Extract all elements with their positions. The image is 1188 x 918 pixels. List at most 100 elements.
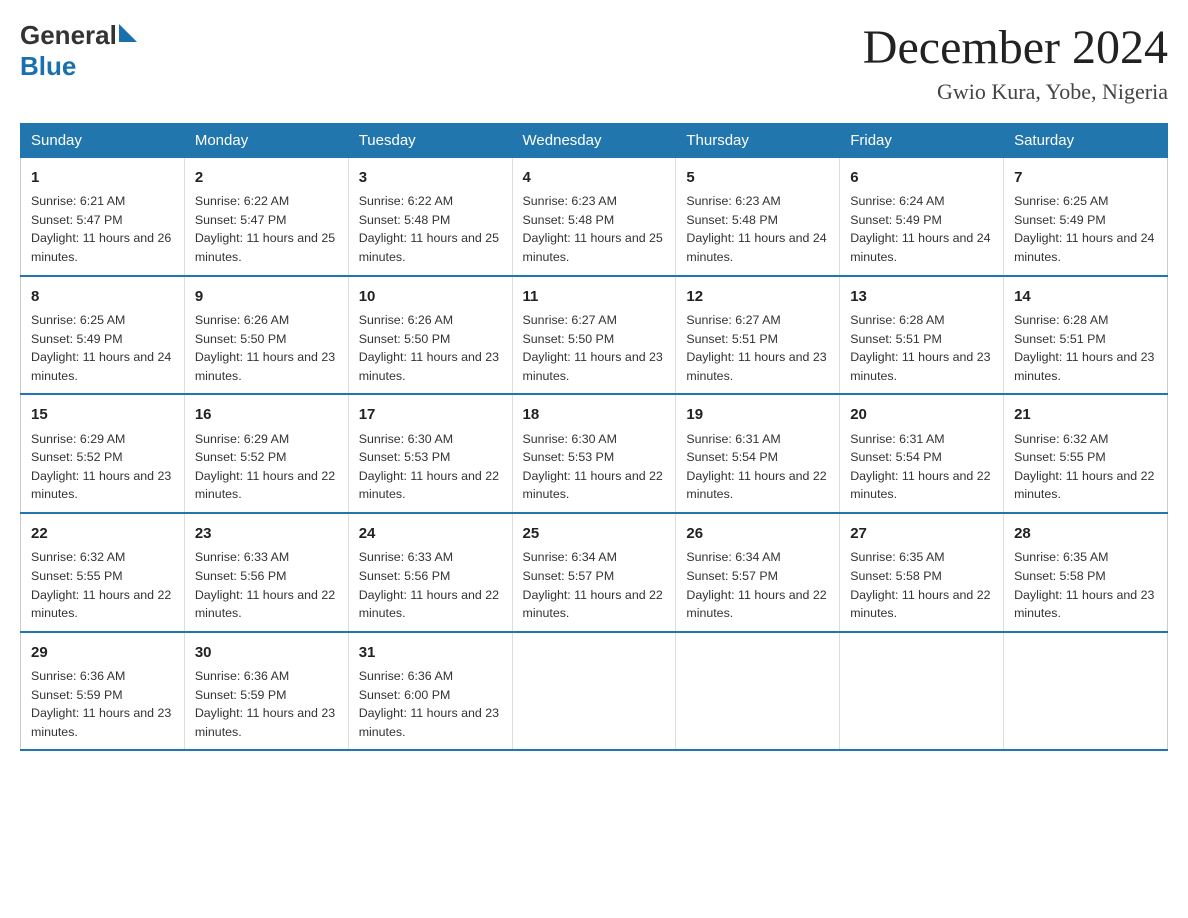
- day-info: Sunrise: 6:28 AMSunset: 5:51 PMDaylight:…: [1014, 311, 1157, 385]
- day-number: 18: [523, 403, 666, 426]
- day-info: Sunrise: 6:26 AMSunset: 5:50 PMDaylight:…: [359, 311, 502, 385]
- day-number: 11: [523, 285, 666, 308]
- calendar-day-cell: 15Sunrise: 6:29 AMSunset: 5:52 PMDayligh…: [21, 394, 185, 513]
- day-info: Sunrise: 6:32 AMSunset: 5:55 PMDaylight:…: [1014, 430, 1157, 504]
- calendar-day-cell: 31Sunrise: 6:36 AMSunset: 6:00 PMDayligh…: [348, 632, 512, 751]
- day-number: 5: [686, 166, 829, 189]
- day-number: 13: [850, 285, 993, 308]
- day-info: Sunrise: 6:25 AMSunset: 5:49 PMDaylight:…: [31, 311, 174, 385]
- day-info: Sunrise: 6:27 AMSunset: 5:50 PMDaylight:…: [523, 311, 666, 385]
- day-info: Sunrise: 6:24 AMSunset: 5:49 PMDaylight:…: [850, 192, 993, 266]
- calendar-day-cell: 17Sunrise: 6:30 AMSunset: 5:53 PMDayligh…: [348, 394, 512, 513]
- day-info: Sunrise: 6:31 AMSunset: 5:54 PMDaylight:…: [686, 430, 829, 504]
- calendar-day-cell: 2 Sunrise: 6:22 AMSunset: 5:47 PMDaylight…: [184, 158, 348, 276]
- calendar-day-cell: 8Sunrise: 6:25 AMSunset: 5:49 PMDaylight…: [21, 276, 185, 395]
- day-number: 7: [1014, 166, 1157, 189]
- day-info: Sunrise: 6:34 AMSunset: 5:57 PMDaylight:…: [686, 548, 829, 622]
- calendar-week-row: 1 Sunrise: 6:21 AMSunset: 5:47 PMDaylight…: [21, 158, 1168, 276]
- calendar-day-cell: 19 Sunrise: 6:31 AMSunset: 5:54 PMDayligh…: [676, 394, 840, 513]
- day-number: 30: [195, 641, 338, 664]
- day-info: Sunrise: 6:22 AMSunset: 5:47 PMDaylight:…: [195, 192, 338, 266]
- calendar-day-cell: 6 Sunrise: 6:24 AMSunset: 5:49 PMDaylight…: [840, 158, 1004, 276]
- calendar-day-cell: 5 Sunrise: 6:23 AMSunset: 5:48 PMDaylight…: [676, 158, 840, 276]
- day-number: 16: [195, 403, 338, 426]
- calendar-day-cell: [1004, 632, 1168, 751]
- calendar-week-row: 29 Sunrise: 6:36 AMSunset: 5:59 PMDayligh…: [21, 632, 1168, 751]
- calendar-day-cell: 30Sunrise: 6:36 AMSunset: 5:59 PMDayligh…: [184, 632, 348, 751]
- day-number: 19: [686, 403, 829, 426]
- col-thursday: Thursday: [676, 124, 840, 158]
- calendar-day-cell: 21 Sunrise: 6:32 AMSunset: 5:55 PMDayligh…: [1004, 394, 1168, 513]
- day-number: 23: [195, 522, 338, 545]
- calendar-day-cell: 14 Sunrise: 6:28 AMSunset: 5:51 PMDayligh…: [1004, 276, 1168, 395]
- day-number: 29: [31, 641, 174, 664]
- calendar-day-cell: [676, 632, 840, 751]
- day-number: 21: [1014, 403, 1157, 426]
- day-info: Sunrise: 6:33 AMSunset: 5:56 PMDaylight:…: [359, 548, 502, 622]
- calendar-day-cell: 23 Sunrise: 6:33 AMSunset: 5:56 PMDayligh…: [184, 513, 348, 632]
- day-number: 14: [1014, 285, 1157, 308]
- day-info: Sunrise: 6:36 AMSunset: 5:59 PMDaylight:…: [31, 667, 174, 741]
- col-friday: Friday: [840, 124, 1004, 158]
- day-number: 27: [850, 522, 993, 545]
- day-number: 28: [1014, 522, 1157, 545]
- day-info: Sunrise: 6:23 AMSunset: 5:48 PMDaylight:…: [523, 192, 666, 266]
- day-info: Sunrise: 6:34 AMSunset: 5:57 PMDaylight:…: [523, 548, 666, 622]
- calendar-day-cell: [512, 632, 676, 751]
- day-number: 22: [31, 522, 174, 545]
- page-header: General Blue December 2024 Gwio Kura, Yo…: [20, 20, 1168, 105]
- calendar-header: Sunday Monday Tuesday Wednesday Thursday…: [21, 124, 1168, 158]
- day-info: Sunrise: 6:35 AMSunset: 5:58 PMDaylight:…: [1014, 548, 1157, 622]
- calendar-day-cell: 20 Sunrise: 6:31 AMSunset: 5:54 PMDayligh…: [840, 394, 1004, 513]
- day-number: 25: [523, 522, 666, 545]
- col-monday: Monday: [184, 124, 348, 158]
- day-number: 9: [195, 285, 338, 308]
- calendar-day-cell: 3Sunrise: 6:22 AMSunset: 5:48 PMDaylight…: [348, 158, 512, 276]
- month-title: December 2024: [863, 20, 1168, 75]
- calendar-body: 1 Sunrise: 6:21 AMSunset: 5:47 PMDaylight…: [21, 158, 1168, 751]
- col-wednesday: Wednesday: [512, 124, 676, 158]
- logo-general: General: [20, 20, 117, 51]
- calendar-week-row: 22 Sunrise: 6:32 AMSunset: 5:55 PMDayligh…: [21, 513, 1168, 632]
- day-info: Sunrise: 6:36 AMSunset: 6:00 PMDaylight:…: [359, 667, 502, 741]
- day-info: Sunrise: 6:30 AMSunset: 5:53 PMDaylight:…: [523, 430, 666, 504]
- calendar-day-cell: 26Sunrise: 6:34 AMSunset: 5:57 PMDayligh…: [676, 513, 840, 632]
- day-info: Sunrise: 6:31 AMSunset: 5:54 PMDaylight:…: [850, 430, 993, 504]
- logo-blue: Blue: [20, 51, 76, 81]
- day-info: Sunrise: 6:30 AMSunset: 5:53 PMDaylight:…: [359, 430, 502, 504]
- day-number: 1: [31, 166, 174, 189]
- day-number: 2: [195, 166, 338, 189]
- calendar-day-cell: 4Sunrise: 6:23 AMSunset: 5:48 PMDaylight…: [512, 158, 676, 276]
- day-info: Sunrise: 6:21 AMSunset: 5:47 PMDaylight:…: [31, 192, 174, 266]
- day-number: 6: [850, 166, 993, 189]
- day-info: Sunrise: 6:33 AMSunset: 5:56 PMDaylight:…: [195, 548, 338, 622]
- calendar-week-row: 8Sunrise: 6:25 AMSunset: 5:49 PMDaylight…: [21, 276, 1168, 395]
- calendar-week-row: 15 Sunrise: 6:29 AMSunset: 5:52 PMDayligh…: [21, 394, 1168, 513]
- title-section: December 2024 Gwio Kura, Yobe, Nigeria: [863, 20, 1168, 105]
- day-info: Sunrise: 6:25 AMSunset: 5:49 PMDaylight:…: [1014, 192, 1157, 266]
- day-number: 12: [686, 285, 829, 308]
- calendar-day-cell: 12Sunrise: 6:27 AMSunset: 5:51 PMDayligh…: [676, 276, 840, 395]
- col-saturday: Saturday: [1004, 124, 1168, 158]
- calendar-day-cell: 1 Sunrise: 6:21 AMSunset: 5:47 PMDaylight…: [21, 158, 185, 276]
- logo: General Blue: [20, 20, 137, 82]
- day-number: 3: [359, 166, 502, 189]
- calendar-day-cell: 7 Sunrise: 6:25 AMSunset: 5:49 PMDaylight…: [1004, 158, 1168, 276]
- day-number: 15: [31, 403, 174, 426]
- day-info: Sunrise: 6:35 AMSunset: 5:58 PMDaylight:…: [850, 548, 993, 622]
- calendar-day-cell: 11 Sunrise: 6:27 AMSunset: 5:50 PMDayligh…: [512, 276, 676, 395]
- calendar-day-cell: 27 Sunrise: 6:35 AMSunset: 5:58 PMDayligh…: [840, 513, 1004, 632]
- calendar-day-cell: 10Sunrise: 6:26 AMSunset: 5:50 PMDayligh…: [348, 276, 512, 395]
- day-number: 20: [850, 403, 993, 426]
- day-number: 24: [359, 522, 502, 545]
- location-title: Gwio Kura, Yobe, Nigeria: [863, 79, 1168, 105]
- day-info: Sunrise: 6:29 AMSunset: 5:52 PMDaylight:…: [195, 430, 338, 504]
- day-info: Sunrise: 6:32 AMSunset: 5:55 PMDaylight:…: [31, 548, 174, 622]
- calendar-day-cell: [840, 632, 1004, 751]
- day-info: Sunrise: 6:28 AMSunset: 5:51 PMDaylight:…: [850, 311, 993, 385]
- calendar-day-cell: 13 Sunrise: 6:28 AMSunset: 5:51 PMDayligh…: [840, 276, 1004, 395]
- calendar-day-cell: 29 Sunrise: 6:36 AMSunset: 5:59 PMDayligh…: [21, 632, 185, 751]
- col-tuesday: Tuesday: [348, 124, 512, 158]
- day-info: Sunrise: 6:26 AMSunset: 5:50 PMDaylight:…: [195, 311, 338, 385]
- day-info: Sunrise: 6:23 AMSunset: 5:48 PMDaylight:…: [686, 192, 829, 266]
